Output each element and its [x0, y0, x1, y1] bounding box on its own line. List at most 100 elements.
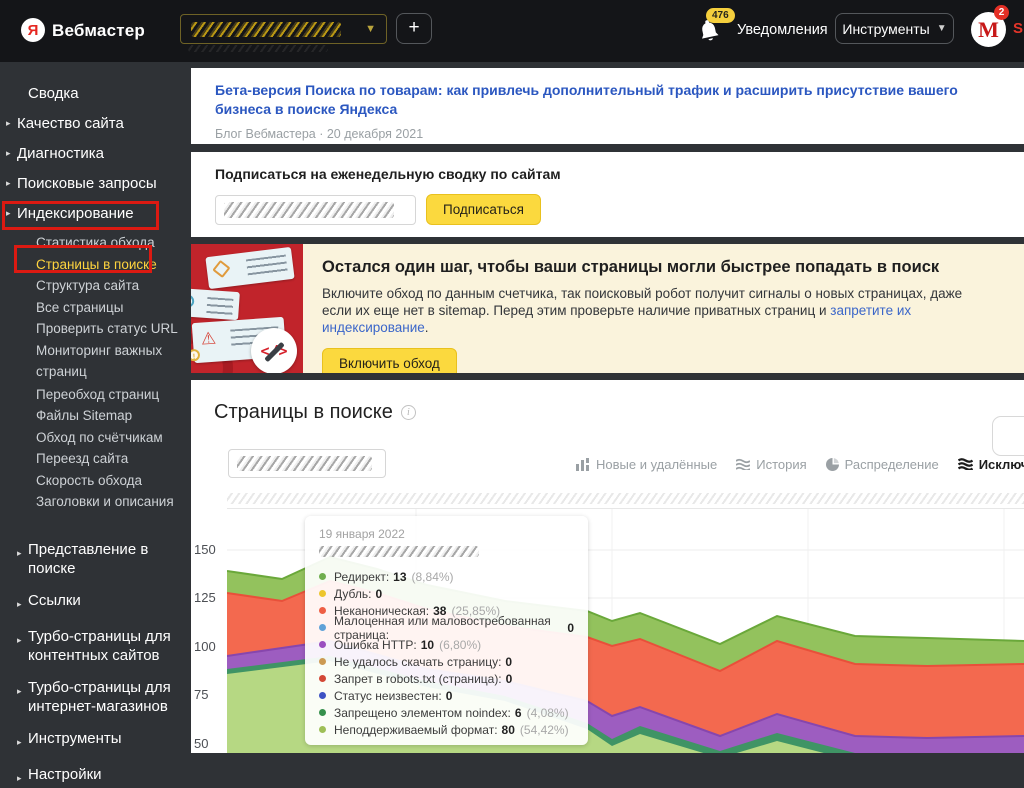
sidebar-item-label: Инструменты	[28, 729, 122, 752]
annotation-box-pages-in-search	[14, 245, 152, 273]
legend-dot	[319, 607, 326, 614]
text-lines-decoration	[246, 255, 288, 278]
annotation-box-indexing	[2, 201, 159, 230]
sidebar-subitem-skorost[interactable]: Скорость обхода	[36, 470, 186, 492]
legend-dot	[319, 709, 326, 716]
sidebar-item-svodka[interactable]: Сводка	[0, 78, 191, 108]
sidebar-item-predstavlenie[interactable]: ▸Представление в поиске	[17, 540, 175, 578]
y-tick-label: 125	[194, 590, 216, 605]
legend-row-low-value: Малоценная или маловостребованная страни…	[319, 619, 574, 636]
username-fragment: S	[1013, 20, 1023, 37]
page-card-illustration	[205, 247, 294, 289]
legend-label: Запрещено элементом noindex:	[334, 706, 511, 720]
notifications-label[interactable]: Уведомления	[737, 22, 828, 38]
site-selector-dropdown[interactable]: ▼	[180, 14, 387, 44]
warning-circle-icon: !	[191, 294, 195, 308]
sidebar-item-kachestvo[interactable]: ▸Качество сайта	[0, 108, 191, 138]
chevron-right-icon: ▸	[17, 544, 23, 578]
sidebar-item-zaprosy[interactable]: ▸Поисковые запросы	[0, 168, 191, 198]
info-icon[interactable]: i	[401, 405, 416, 420]
legend-value: 10	[421, 638, 434, 652]
sidebar-subitem-monitoring[interactable]: Мониторинг важных страниц	[36, 340, 186, 383]
sidebar-item-instrumenty[interactable]: ▸Инструменты	[17, 729, 175, 752]
tools-dropdown-button[interactable]: Инструменты ▼	[835, 13, 954, 44]
chevron-right-icon: ▸	[17, 631, 23, 665]
y-tick-label: 150	[194, 542, 216, 557]
legend-dot	[319, 573, 326, 580]
legend-percent: (6,80%)	[439, 638, 481, 652]
legend-label: Неподдерживаемый формат:	[334, 723, 498, 737]
sidebar-item-label: Турбо-страницы для контентных сайтов	[28, 627, 175, 665]
sidebar-item-label: Турбо-страницы для интернет-магазинов	[28, 678, 175, 716]
chevron-right-icon: ▸	[6, 118, 12, 129]
sidebar-item-turbo-magaziny[interactable]: ▸Турбо-страницы для интернет-магазинов	[17, 678, 175, 716]
sidebar-subitem-pereezd[interactable]: Переезд сайта	[36, 448, 186, 470]
sidebar-item-label: Диагностика	[17, 145, 104, 162]
legend-value: 0	[446, 689, 453, 703]
warning-circle-icon: !	[191, 349, 200, 362]
sidebar-subitem-proverit-status-url[interactable]: Проверить статус URL	[36, 318, 186, 340]
subscribe-button[interactable]: Подписаться	[426, 194, 541, 225]
enable-crawl-button[interactable]: Включить обход	[322, 348, 457, 373]
legend-value: 80	[502, 723, 515, 737]
chevron-right-icon: ▸	[17, 769, 23, 788]
url-filter-input[interactable]	[228, 449, 386, 478]
crawl-banner-text: Включите обход по данным счетчика, так п…	[322, 285, 986, 336]
yandex-logo-icon[interactable]: Я	[21, 18, 45, 42]
waves-icon	[736, 458, 750, 470]
tab-label: История	[756, 457, 806, 472]
tab-label: Распределение	[845, 457, 939, 472]
text-lines-decoration	[206, 297, 233, 317]
email-field[interactable]	[215, 195, 416, 225]
tab-new-and-removed[interactable]: Новые и удалённые	[576, 457, 717, 472]
tab-distribution[interactable]: Распределение	[826, 457, 939, 472]
tab-excluded[interactable]: Исключён	[958, 457, 1024, 472]
masked-axis-labels	[227, 493, 1024, 504]
sidebar-subitem-zagolovki[interactable]: Заголовки и описания	[36, 491, 186, 513]
sidebar-item-turbo-kontent[interactable]: ▸Турбо-страницы для контентных сайтов	[17, 627, 175, 665]
site-name-masked	[191, 22, 341, 37]
legend-dot	[319, 624, 326, 631]
y-tick-label: 75	[194, 687, 208, 702]
legend-dot	[319, 641, 326, 648]
tooltip-date: 19 января 2022	[319, 527, 574, 541]
chevron-right-icon: ▸	[17, 595, 23, 614]
sidebar-item-ssylki[interactable]: ▸Ссылки	[17, 591, 175, 614]
pie-icon	[826, 458, 839, 471]
pages-in-search-section: Страницы в поиске i Новые и удалённые Ис…	[191, 380, 1024, 753]
warning-triangle-icon: ⚠	[200, 330, 216, 348]
y-tick-label: 100	[194, 639, 216, 654]
legend-percent: (54,42%)	[520, 723, 569, 737]
sidebar-item-nastrojki[interactable]: ▸Настройки	[17, 765, 175, 788]
sidebar-subitem-vse-stranicy[interactable]: Все страницы	[36, 297, 186, 319]
sidebar-item-diagnostika[interactable]: ▸Диагностика	[0, 138, 191, 168]
tooltip-url-masked	[319, 546, 479, 557]
sidebar-subitem-sitemap[interactable]: Файлы Sitemap	[36, 405, 186, 427]
tab-history[interactable]: История	[736, 457, 806, 472]
legend-row-redirect: Редирект:13(8,84%)	[319, 568, 574, 585]
legend-dot	[319, 675, 326, 682]
y-tick-label: 50	[194, 736, 208, 751]
sidebar-subitem-pereobhod[interactable]: Переобход страниц	[36, 384, 186, 406]
tab-label: Новые и удалённые	[596, 457, 717, 472]
legend-value: 0	[375, 587, 382, 601]
legend-percent: (4,08%)	[527, 706, 569, 720]
waves-icon	[958, 458, 973, 470]
app-title[interactable]: Вебмастер	[52, 21, 145, 41]
sidebar-subitem-obhod-po-schetchikam[interactable]: Обход по счётчикам	[36, 427, 186, 449]
subscribe-title: Подписаться на еженедельную сводку по са…	[215, 166, 1000, 182]
chart-tooltip: 19 января 2022 Редирект:13(8,84%) Дубль:…	[305, 516, 588, 745]
crawl-banner-card: ! ⚠ ! </> Остался один шаг, чтобы ваши с…	[191, 244, 1024, 373]
add-site-button[interactable]: +	[396, 13, 432, 44]
legend-percent: (8,84%)	[412, 570, 454, 584]
blog-banner-card: Бета-версия Поиска по товарам: как привл…	[191, 68, 1024, 144]
legend-label: Ошибка HTTP:	[334, 638, 417, 652]
legend-dot	[319, 658, 326, 665]
section-title: Страницы в поиске	[214, 401, 393, 424]
sidebar-item-label: Сводка	[28, 85, 79, 102]
legend-value: 13	[393, 570, 406, 584]
sidebar-item-label: Поисковые запросы	[17, 175, 157, 192]
blog-post-link[interactable]: Бета-версия Поиска по товарам: как привл…	[215, 81, 960, 119]
cutoff-panel[interactable]	[992, 416, 1024, 456]
sidebar-subitem-struktura-sajta[interactable]: Структура сайта	[36, 275, 186, 297]
